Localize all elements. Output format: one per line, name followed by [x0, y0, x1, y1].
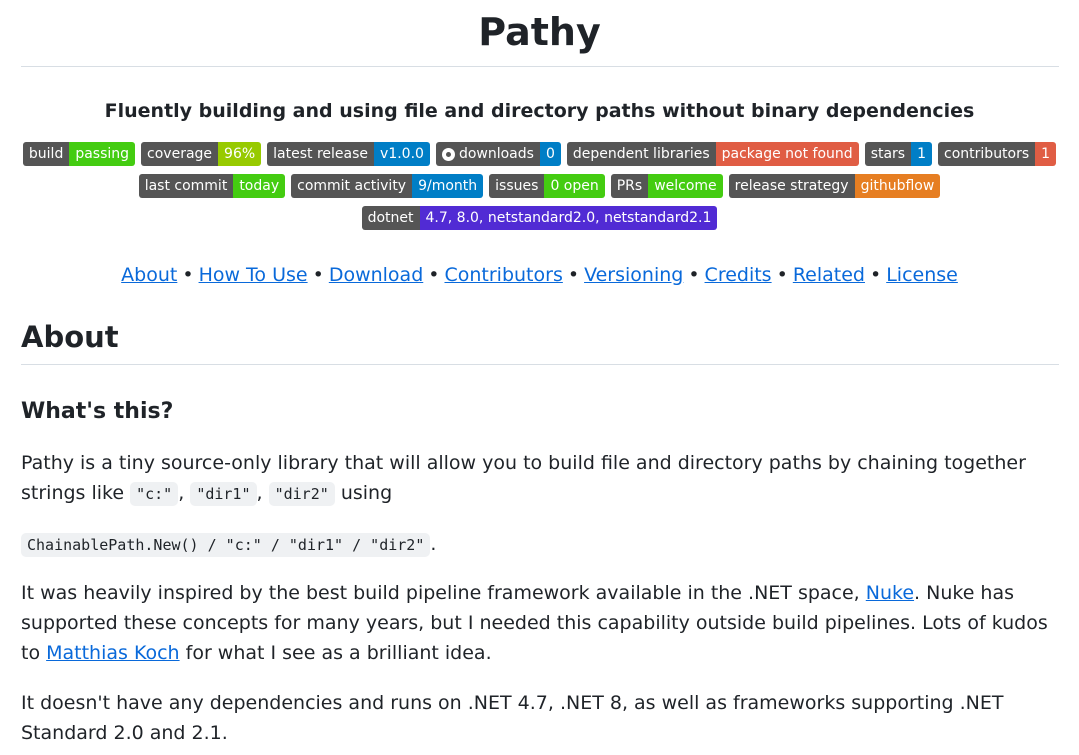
code-dir1: "dir1" [190, 482, 257, 506]
paragraph-dependencies: It doesn't have any dependencies and run… [21, 692, 1004, 744]
badge-label: build [22, 142, 70, 166]
badge-label: contributors [938, 142, 1036, 166]
badge-value: 1 [1035, 142, 1057, 166]
badge-value: githubflow [854, 174, 941, 198]
nuget-icon [441, 147, 455, 161]
badge-label: dependent libraries [566, 142, 716, 166]
matthias-koch-link[interactable]: Matthias Koch [46, 642, 179, 664]
toc-link-versioning[interactable]: Versioning [584, 264, 683, 286]
badge-label-text: build [28, 146, 64, 162]
nav-separator: • [567, 264, 580, 286]
badge-row-3: dotnet 4.7, 8.0, netstandard2.0, netstand… [0, 206, 1079, 230]
badge-label: PRs [610, 174, 649, 198]
code-c: "c:" [130, 482, 179, 506]
toc-links: About • How To Use • Download • Contributors • V… [0, 262, 1079, 288]
badge-dependent-libraries[interactable]: dependent libraries package not found [566, 142, 859, 166]
toc-link-related[interactable]: Related [793, 264, 865, 286]
badge-value: welcome [648, 174, 723, 198]
period: . [430, 533, 437, 555]
badge-label-text: dependent libraries [572, 146, 710, 162]
nav-separator: • [182, 264, 194, 286]
toc-link-download[interactable]: Download [329, 264, 423, 286]
badge-label-text: issues [495, 178, 539, 194]
inspiration-text: It was heavily inspired by the best buil… [21, 582, 866, 604]
badge-last-commit[interactable]: last commit today [138, 174, 286, 198]
badge-dotnet[interactable]: dotnet 4.7, 8.0, netstandard2.0, netstand… [361, 206, 718, 230]
nav-separator: • [776, 264, 788, 286]
badge-label: coverage [141, 142, 219, 166]
badge-release-strategy[interactable]: release strategy githubflow [728, 174, 941, 198]
toc-link-how-to-use[interactable]: How To Use [199, 264, 308, 286]
readme-page: Pathy Fluently building and using file a… [0, 0, 1079, 755]
badge-label: latest release [267, 142, 375, 166]
badge-label: downloads [435, 142, 540, 166]
badge-label: issues [489, 174, 545, 198]
badge-build[interactable]: build passing [22, 142, 136, 166]
comma: , [178, 482, 191, 504]
paragraph-inspiration: It was heavily inspired by the best buil… [21, 578, 1061, 668]
badge-label: dotnet [361, 206, 420, 230]
badge-prs[interactable]: PRs welcome [610, 174, 723, 198]
whats-this-heading: What's this? [21, 399, 174, 424]
badge-label-text: latest release [273, 146, 369, 162]
badge-value: 96% [218, 142, 262, 166]
badge-value: 9/month [412, 174, 484, 198]
badge-label: release strategy [728, 174, 855, 198]
badge-label-text: release strategy [734, 178, 849, 194]
badge-value: 0 [539, 142, 561, 166]
nav-separator: • [869, 264, 882, 286]
badge-value: v1.0.0 [374, 142, 430, 166]
badge-latest-release[interactable]: latest release v1.0.0 [267, 142, 430, 166]
badge-label-text: dotnet [367, 210, 414, 226]
badge-value: package not found [715, 142, 859, 166]
inspiration-text: for what I see as a brilliant idea. [179, 642, 492, 664]
badge-value: 4.7, 8.0, netstandard2.0, netstandard2.1 [419, 206, 718, 230]
about-heading: About [21, 320, 119, 354]
comma: , [256, 482, 269, 504]
nuke-link[interactable]: Nuke [866, 582, 914, 604]
toc-link-contributors[interactable]: Contributors [444, 264, 562, 286]
subtitle: Fluently building and using file and dir… [104, 100, 975, 122]
toc-link-about[interactable]: About [121, 264, 177, 286]
paragraph-intro: Pathy is a tiny source-only library that… [21, 448, 1061, 509]
badge-label-text: commit activity [297, 178, 407, 194]
intro-text-end: using [334, 482, 393, 504]
badge-commit-activity[interactable]: commit activity 9/month [291, 174, 484, 198]
nav-separator: • [312, 264, 324, 286]
badge-issues[interactable]: issues 0 open [489, 174, 605, 198]
paragraph-code-example: ChainablePath.New() / "c:" / "dir1" / "d… [21, 529, 1061, 560]
page-title: Pathy [478, 10, 601, 54]
badge-label: commit activity [291, 174, 413, 198]
code-chainable-path: ChainablePath.New() / "c:" / "dir1" / "d… [21, 533, 431, 557]
badge-value: 0 open [544, 174, 605, 198]
badge-label: stars [864, 142, 912, 166]
badge-stars[interactable]: stars 1 [864, 142, 933, 166]
nav-separator: • [688, 264, 700, 286]
badge-value: 1 [911, 142, 933, 166]
badge-downloads[interactable]: downloads 0 [435, 142, 561, 166]
title-divider [21, 66, 1059, 67]
badge-row-2: last commit today commit activity 9/month is… [0, 174, 1079, 198]
about-divider [21, 364, 1059, 365]
badge-value: today [233, 174, 286, 198]
toc-link-license[interactable]: License [886, 264, 958, 286]
badge-row-1: build passing coverage 96% latest release v1.… [0, 142, 1079, 166]
badge-label-text: stars [870, 146, 906, 162]
toc-link-credits[interactable]: Credits [705, 264, 772, 286]
code-dir2: "dir2" [268, 482, 335, 506]
badge-label-text: coverage [147, 146, 213, 162]
badge-value: passing [69, 142, 136, 166]
badge-coverage[interactable]: coverage 96% [141, 142, 262, 166]
badge-contributors[interactable]: contributors 1 [938, 142, 1057, 166]
badge-label-text: contributors [944, 146, 1030, 162]
badge-label-text: PRs [616, 178, 643, 194]
badge-label-text: last commit [144, 178, 228, 194]
badge-label-text: downloads [458, 146, 534, 162]
nav-separator: • [428, 264, 440, 286]
badge-label: last commit [138, 174, 234, 198]
